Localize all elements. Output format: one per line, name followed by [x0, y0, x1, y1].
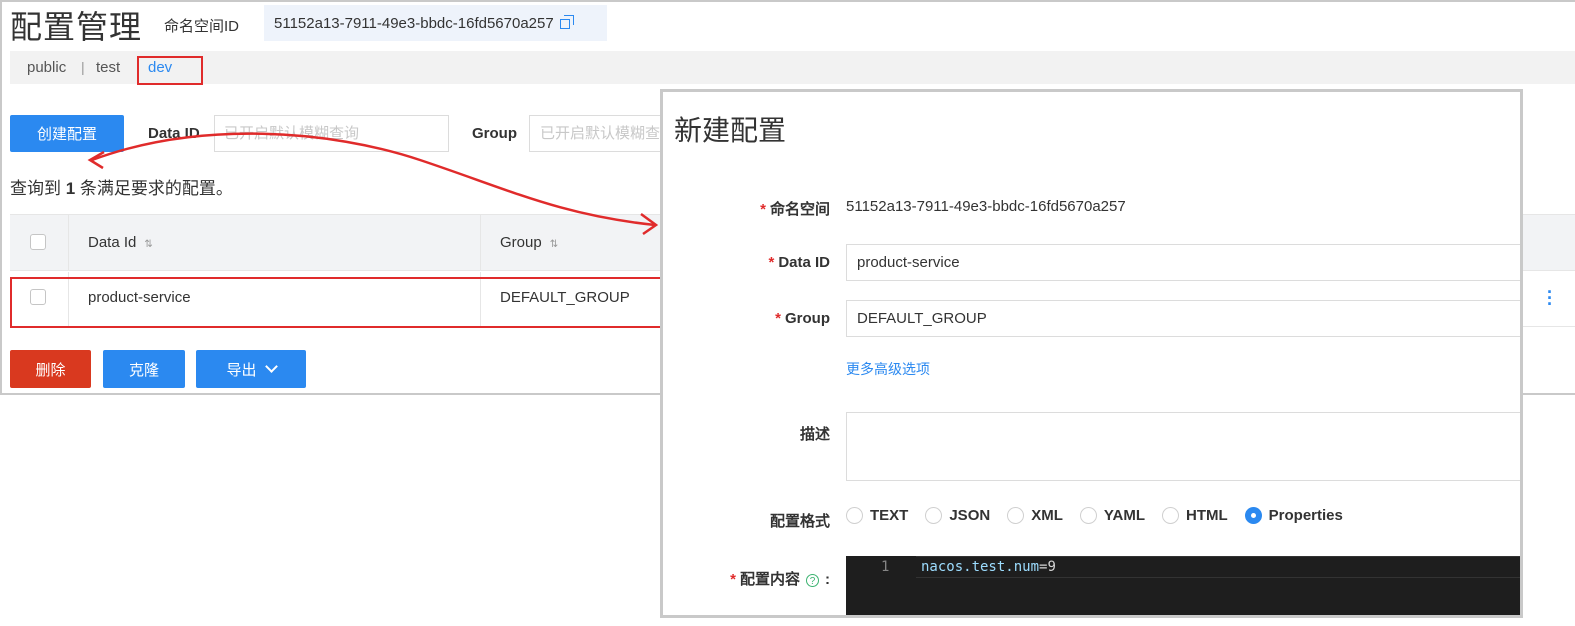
delete-button[interactable]: 删除: [10, 350, 91, 388]
column-divider: [480, 215, 481, 270]
dialog-title: 新建配置: [674, 115, 787, 146]
format-option-label: Properties: [1268, 507, 1343, 524]
format-radio-group: TEXT JSON XML YAML HTML Properties: [846, 507, 1360, 524]
column-header-group-label: Group: [500, 234, 542, 251]
dataid-search-input[interactable]: 已开启默认模糊查询: [214, 115, 449, 152]
result-count: 1: [65, 179, 76, 198]
column-header-data-id-label: Data Id: [88, 234, 137, 251]
more-actions-icon[interactable]: · · ·: [1547, 283, 1553, 313]
required-mark: *: [768, 254, 775, 271]
row-highlight-box: [10, 277, 665, 328]
tab-test[interactable]: test: [96, 59, 120, 76]
editor-code-line[interactable]: nacos.test.num=9: [921, 559, 1056, 575]
result-suffix: 条满足要求的配置。: [75, 179, 233, 198]
result-prefix: 查询到: [10, 179, 66, 198]
namespace-id-box: 51152a13-7911-49e3-bbdc-16fd5670a257: [264, 5, 607, 41]
required-mark: *: [775, 310, 781, 327]
format-radio-yaml[interactable]: YAML: [1079, 507, 1145, 524]
required-mark: *: [730, 571, 736, 588]
group-field-label-text: Group: [785, 310, 830, 327]
config-content-editor[interactable]: 1 nacos.test.num=9: [846, 556, 1520, 615]
editor-line-number: 1: [881, 559, 890, 575]
format-radio-json[interactable]: JSON: [925, 507, 990, 524]
required-mark: *: [760, 201, 766, 218]
format-option-label: YAML: [1103, 507, 1145, 524]
description-field-label: 描述: [799, 426, 830, 443]
dataid-filter-label: Data ID: [148, 125, 200, 142]
column-header-data-id[interactable]: Data Id ⇅: [88, 234, 153, 251]
group-field-label: * Group: [775, 310, 830, 327]
sort-icon[interactable]: ⇅: [144, 239, 152, 250]
help-icon[interactable]: ?: [806, 573, 819, 587]
format-field-label: 配置格式: [769, 513, 830, 530]
radio-button-checked[interactable]: [1244, 507, 1262, 524]
namespace-id-label: 命名空间ID: [164, 18, 240, 35]
format-radio-html[interactable]: HTML: [1162, 507, 1228, 524]
dataid-field-label: * Data ID: [768, 254, 830, 271]
sort-icon[interactable]: ⇅: [550, 239, 558, 250]
clone-button[interactable]: 克隆: [103, 350, 185, 388]
namespace-field-label: * 命名空间: [760, 198, 830, 219]
format-option-label: HTML: [1186, 507, 1228, 524]
content-field-label-text: 配置内容: [739, 571, 800, 588]
content-field-label: * 配置内容?:: [730, 568, 830, 589]
format-option-label: TEXT: [870, 507, 909, 524]
radio-button[interactable]: [1079, 507, 1097, 524]
new-config-dialog: 新建配置 * 命名空间 51152a13-7911-49e3-bbdc-16fd5…: [660, 89, 1523, 618]
dev-tab-highlight-box: [137, 56, 203, 85]
dataid-field[interactable]: product-service: [846, 244, 1520, 281]
format-option-label: JSON: [949, 507, 991, 524]
content-label-colon: :: [825, 571, 830, 588]
tab-separator: |: [81, 59, 85, 75]
create-config-button[interactable]: 创建配置: [10, 115, 124, 152]
dataid-field-label-text: Data ID: [778, 254, 830, 271]
group-filter-label: Group: [472, 125, 517, 142]
radio-button[interactable]: [846, 507, 863, 524]
format-radio-properties[interactable]: Properties: [1244, 507, 1343, 524]
format-option-label: XML: [1031, 507, 1063, 524]
radio-button[interactable]: [925, 507, 943, 524]
description-textarea[interactable]: [846, 412, 1520, 481]
group-field[interactable]: DEFAULT_GROUP: [846, 300, 1520, 337]
export-button[interactable]: 导出: [196, 350, 306, 388]
group-search-input[interactable]: 已开启默认模糊查询: [529, 115, 669, 152]
advanced-options-link[interactable]: 更多高级选项: [846, 359, 930, 379]
column-header-group[interactable]: Group ⇅: [500, 234, 558, 251]
chevron-down-icon: [264, 360, 278, 373]
copy-icon[interactable]: [559, 15, 576, 31]
radio-button[interactable]: [1162, 507, 1179, 524]
tab-public[interactable]: public: [27, 59, 66, 76]
column-divider: [68, 215, 69, 270]
namespace-tabs: public | test dev: [10, 51, 1575, 84]
radio-button[interactable]: [1007, 507, 1025, 524]
code-property-value: =9: [1039, 559, 1056, 575]
result-summary: 查询到 1 条满足要求的配置。: [10, 174, 233, 199]
page-title: 配置管理: [10, 9, 143, 45]
select-all-checkbox[interactable]: [30, 234, 46, 250]
namespace-field-label-text: 命名空间: [769, 201, 830, 218]
code-property-key: nacos.test.num: [921, 559, 1040, 575]
format-radio-xml[interactable]: XML: [1007, 507, 1063, 524]
namespace-field-value: 51152a13-7911-49e3-bbdc-16fd5670a257: [846, 198, 1126, 215]
format-radio-text[interactable]: TEXT: [846, 507, 908, 524]
export-button-label: 导出: [226, 361, 257, 379]
namespace-id-value: 51152a13-7911-49e3-bbdc-16fd5670a257: [274, 14, 554, 32]
